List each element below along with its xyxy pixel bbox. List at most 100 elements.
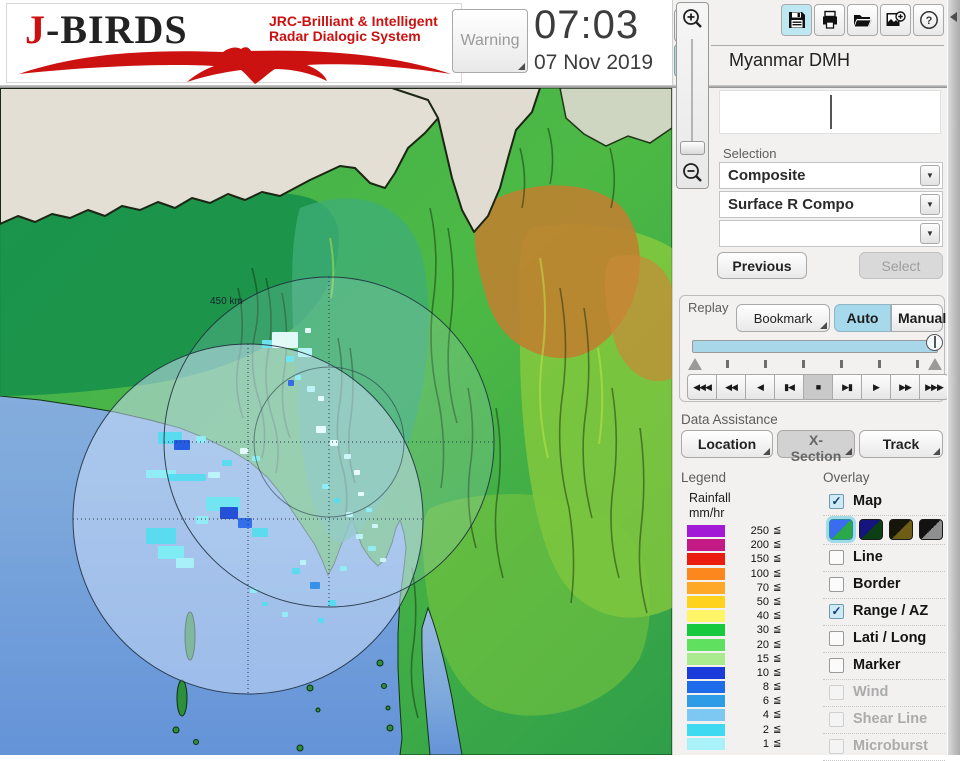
help-icon[interactable]: ? [913, 4, 944, 36]
select-button[interactable]: Select [859, 252, 943, 279]
control-panel: UTC MMT ? Myanmar DMH Selection Composit… [672, 0, 949, 761]
rain-echo [358, 492, 364, 496]
location-button[interactable]: Location [681, 430, 773, 458]
rain-echo [300, 560, 306, 565]
warning-button[interactable]: Warning [452, 9, 528, 73]
overlay-label: Overlay [823, 470, 870, 485]
checkbox[interactable] [829, 658, 844, 673]
replay-slider-track[interactable] [692, 340, 938, 353]
legend-color-swatch [687, 610, 725, 623]
legend-color-swatch [687, 723, 725, 736]
jbirds-app: { "header": { "logo": { "title_j": "J", … [0, 0, 960, 761]
bookmark-button[interactable]: Bookmark [736, 304, 830, 332]
map-style-row [823, 516, 945, 545]
map-style-swatch-4[interactable] [919, 519, 943, 540]
zoom-slider-track[interactable] [691, 39, 693, 151]
save-icon[interactable] [781, 4, 812, 36]
checkbox[interactable] [829, 631, 844, 646]
playback-controls: ◀◀◀ ◀◀ ◀ ▮◀ ■ ▶▮ ▶ ▶▶ ▶▶▶ [687, 374, 949, 400]
title-bar: J-BIRDS JRC-Brilliant & Intelligent Rada… [0, 0, 672, 88]
next-frame-button[interactable]: ▶▮ [833, 374, 862, 400]
overlay-item-lati-long[interactable]: Lati / Long [823, 626, 945, 653]
overlay-item-marker[interactable]: Marker [823, 653, 945, 680]
chevron-down-icon[interactable]: ▼ [920, 223, 940, 244]
manual-button[interactable]: Manual [891, 304, 946, 332]
legend-unit-symbol: ≦ [773, 695, 782, 707]
selection-input[interactable] [719, 90, 941, 134]
zoom-in-button[interactable] [678, 4, 707, 33]
rewind-button[interactable]: ◀◀ [717, 374, 746, 400]
print-icon[interactable] [814, 4, 845, 36]
checkbox[interactable] [829, 550, 844, 565]
legend-value: 50 [756, 595, 769, 608]
map-canvas: 450 km [0, 88, 672, 755]
legend-value: 70 [756, 581, 769, 594]
play-button[interactable]: ▶ [862, 374, 891, 400]
map-style-swatch-2[interactable] [859, 519, 883, 540]
zoom-out-button[interactable] [678, 158, 707, 187]
chevron-down-icon[interactable]: ▼ [920, 194, 940, 215]
legend-row: 40 ≦ [687, 609, 807, 623]
product-dropdown-2[interactable]: Surface R Compo ▼ [719, 191, 943, 218]
auto-button[interactable]: Auto [834, 304, 891, 332]
legend-value: 4 [762, 709, 769, 722]
legend-row: 10 ≦ [687, 666, 807, 680]
rain-echo [295, 375, 301, 380]
legend-row: 150 ≦ [687, 552, 807, 566]
xsection-button[interactable]: X-Section [777, 430, 855, 464]
product-dropdown-3[interactable]: ▼ [719, 220, 943, 247]
zoom-slider-handle[interactable] [680, 141, 705, 155]
legend-color-swatch [687, 737, 725, 750]
overlay-item-label: Line [853, 549, 883, 565]
legend-unit-symbol: ≦ [773, 525, 782, 536]
range-start-marker[interactable] [688, 358, 702, 370]
legend-value: 200 [750, 539, 769, 552]
overlay-item-label: Microburst [853, 738, 928, 754]
prev-frame-button[interactable]: ▮◀ [775, 374, 804, 400]
legend-rows: 250 ≦ 200 ≦ 150 ≦ 100 ≦ 70 ≦ 50 ≦ 40 ≦ 30 ≦ 20 ≦ 15 ≦ 10 ≦ 8 ≦ 6… [687, 524, 807, 751]
export-image-icon[interactable] [880, 4, 911, 36]
legend-row: 70 ≦ [687, 581, 807, 595]
overlay-item-line[interactable]: Line [823, 545, 945, 572]
legend-row: 250 ≦ [687, 524, 807, 538]
overlay-item-wind: Wind [823, 680, 945, 707]
legend-color-swatch [687, 581, 725, 594]
checkbox[interactable] [829, 577, 844, 592]
svg-text:?: ? [925, 15, 932, 27]
fastest-forward-button[interactable]: ▶▶▶ [920, 374, 949, 400]
logo-subtitle: JRC-Brilliant & Intelligent Radar Dialog… [269, 13, 438, 44]
replay-slider-handle[interactable] [926, 334, 943, 351]
product-dropdown-1[interactable]: Composite ▼ [719, 162, 943, 189]
stop-button[interactable]: ■ [804, 374, 833, 400]
overlay-item-range-az[interactable]: ✓ Range / AZ [823, 599, 945, 626]
chevron-down-icon[interactable]: ▼ [920, 165, 940, 186]
open-folder-icon[interactable] [847, 4, 878, 36]
rain-echo [366, 508, 372, 512]
legend-value: 150 [750, 553, 769, 566]
data-assistance-label: Data Assistance [681, 412, 778, 427]
panel-collapse-strip[interactable] [947, 0, 960, 755]
track-button[interactable]: Track [859, 430, 943, 458]
range-end-marker[interactable] [928, 358, 942, 370]
checkbox[interactable]: ✓ [829, 494, 844, 509]
legend-title-line2: mm/hr [689, 506, 725, 520]
legend-unit-symbol: ≦ [773, 539, 782, 551]
legend-color-swatch [687, 539, 725, 552]
overlay-item-map[interactable]: ✓ Map [823, 489, 945, 516]
fast-forward-button[interactable]: ▶▶ [891, 374, 920, 400]
overlay-rows: ✓ Map Line Border ✓ Range / AZ Lati / Long Mark… [823, 489, 945, 761]
map-style-swatch-3[interactable] [889, 519, 913, 540]
previous-button[interactable]: Previous [717, 252, 807, 279]
radar-map[interactable]: 450 km [0, 88, 672, 755]
fast-rewind-button[interactable]: ◀◀◀ [687, 374, 717, 400]
map-style-swatch-1[interactable] [829, 519, 853, 540]
overlay-item-border[interactable]: Border [823, 572, 945, 599]
rain-echo [305, 328, 311, 333]
app-logo: J-BIRDS JRC-Brilliant & Intelligent Rada… [6, 3, 462, 84]
rain-echo [272, 332, 298, 348]
station-name: Myanmar DMH [729, 50, 851, 70]
step-back-button[interactable]: ◀ [746, 374, 775, 400]
rain-echo [252, 528, 268, 537]
rain-echo [356, 534, 363, 539]
checkbox[interactable]: ✓ [829, 604, 844, 619]
